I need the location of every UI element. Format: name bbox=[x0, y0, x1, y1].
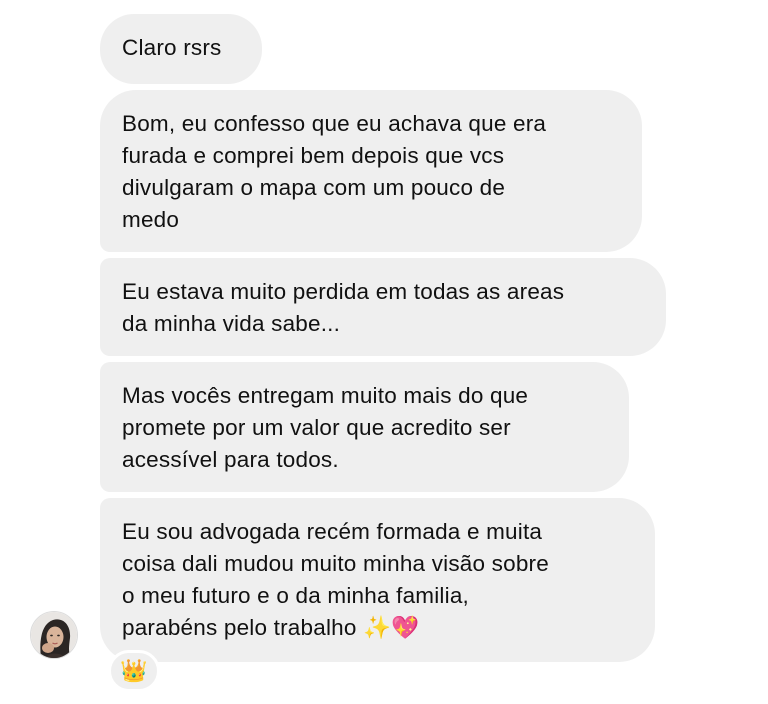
message-bubble[interactable]: Mas vocês entregam muito mais do que pro… bbox=[100, 362, 629, 492]
crown-icon: 👑 bbox=[120, 658, 148, 683]
profile-photo-icon bbox=[31, 612, 77, 658]
message-thread: Claro rsrs Bom, eu confesso que eu achav… bbox=[0, 0, 768, 704]
message-bubble[interactable]: Claro rsrs bbox=[100, 14, 262, 84]
sender-avatar[interactable] bbox=[30, 611, 78, 659]
message-bubble[interactable]: Eu sou advogada recém formada e muita co… bbox=[100, 498, 655, 662]
reaction-badge[interactable]: 👑 bbox=[108, 650, 160, 692]
message-bubble[interactable]: Bom, eu confesso que eu achava que era f… bbox=[100, 90, 642, 252]
message-bubble[interactable]: Eu estava muito perdida em todas as area… bbox=[100, 258, 666, 356]
